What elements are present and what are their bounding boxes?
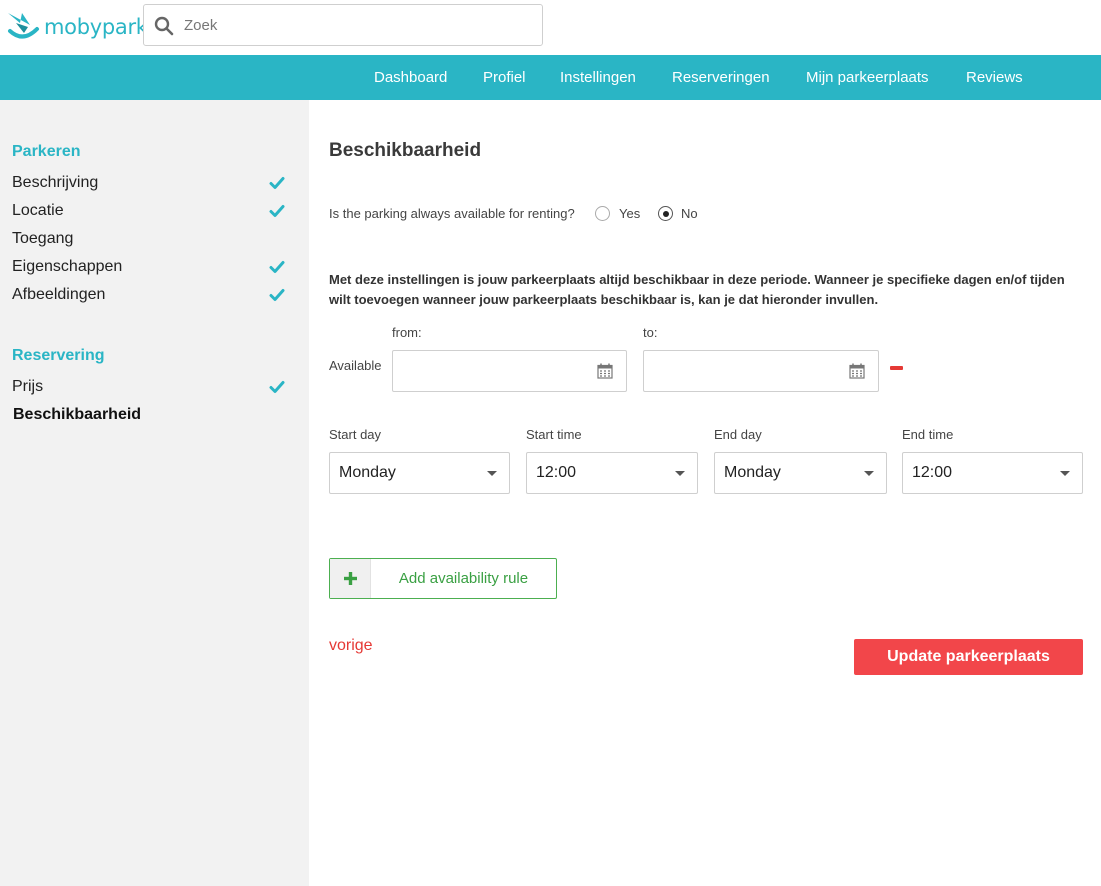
previous-link[interactable]: vorige [329,637,373,655]
start-day-select[interactable]: Monday [329,452,510,494]
sidebar-item-eigenschappen[interactable]: Eigenschappen [12,256,292,282]
sidebar-item-afbeeldingen[interactable]: Afbeeldingen [12,284,292,310]
to-label: to: [643,325,658,340]
end-day-value: Monday [724,464,781,481]
main-content: Beschikbaarheid Is the parking always av… [309,100,1101,886]
top-header: mobypark [0,0,1101,55]
end-time-label: End time [902,427,954,442]
search-icon [154,16,174,36]
end-day-select[interactable]: Monday [714,452,887,494]
start-time-select[interactable]: 12:00 [526,452,698,494]
sidebar-item-label: Beschrijving [12,174,99,191]
end-time-select[interactable]: 12:00 [902,452,1083,494]
start-time-label: Start time [526,427,582,442]
radio-no[interactable] [658,206,673,221]
sidebar-item-label: Beschikbaarheid [13,406,142,423]
add-availability-rule-label: Add availability rule [398,570,529,587]
checkmark-icon [269,177,285,189]
search-input[interactable] [184,5,534,45]
checkmark-icon [269,261,285,273]
add-availability-rule-button[interactable]: Add availability rule [329,558,557,599]
plus-box [330,559,371,598]
sidebar-item-label: Eigenschappen [12,258,123,275]
update-parkeerplaats-button[interactable]: Update parkeerplaats [854,639,1083,675]
bird-logo-icon [8,13,39,39]
available-label: Available [329,358,382,373]
from-label: from: [392,325,422,340]
radio-yes[interactable] [595,206,610,221]
availability-question: Is the parking always available for rent… [329,206,575,221]
checkmark-icon [269,289,285,301]
radio-no-label[interactable]: No [681,206,698,221]
sidebar-item-label: Locatie [12,202,64,219]
remove-period-icon[interactable] [890,366,903,370]
sidebar-item-toegang[interactable]: Toegang [12,228,292,254]
nav-mijn-parkeerplaats[interactable]: Mijn parkeerplaats [806,55,929,100]
to-date-input[interactable] [643,350,879,392]
start-time-value: 12:00 [536,464,577,481]
sidebar-item-beschrijving[interactable]: Beschrijving [12,172,292,198]
sidebar-heading-parkeren: Parkeren [12,143,81,160]
sidebar-heading-reservering: Reservering [12,347,105,364]
nav-profiel[interactable]: Profiel [483,55,526,100]
calendar-icon [849,363,865,379]
start-day-label: Start day [329,427,382,442]
checkmark-icon [269,381,285,393]
end-day-label: End day [714,427,762,442]
plus-icon [344,572,357,585]
sidebar-item-locatie[interactable]: Locatie [12,200,292,226]
info-text: Met deze instellingen is jouw parkeerpla… [329,272,1065,307]
end-time-value: 12:00 [912,464,953,481]
radio-yes-label[interactable]: Yes [619,206,640,221]
nav-reviews[interactable]: Reviews [966,55,1023,100]
main-navigation: Dashboard Profiel Instellingen Reserveri… [0,55,1101,100]
sidebar-item-beschikbaarheid[interactable]: Beschikbaarheid [13,404,293,430]
nav-dashboard[interactable]: Dashboard [374,55,447,100]
calendar-icon [597,363,613,379]
nav-instellingen[interactable]: Instellingen [560,55,636,100]
page-title: Beschikbaarheid [329,140,482,161]
sidebar: Parkeren Beschrijving Locatie Toegang Ei… [0,100,309,886]
caret-down-icon [864,471,874,476]
caret-down-icon [1060,471,1070,476]
caret-down-icon [487,471,497,476]
search-box[interactable] [143,4,543,46]
start-day-value: Monday [339,464,396,481]
caret-down-icon [675,471,685,476]
checkmark-icon [269,205,285,217]
sidebar-item-prijs[interactable]: Prijs [12,376,292,402]
from-date-input[interactable] [392,350,627,392]
sidebar-item-label: Prijs [12,378,44,395]
nav-reserveringen[interactable]: Reserveringen [672,55,770,100]
logo[interactable]: mobypark [6,8,148,46]
logo-text: mobypark [44,15,148,39]
sidebar-item-label: Toegang [12,230,74,247]
sidebar-item-label: Afbeeldingen [12,286,106,303]
